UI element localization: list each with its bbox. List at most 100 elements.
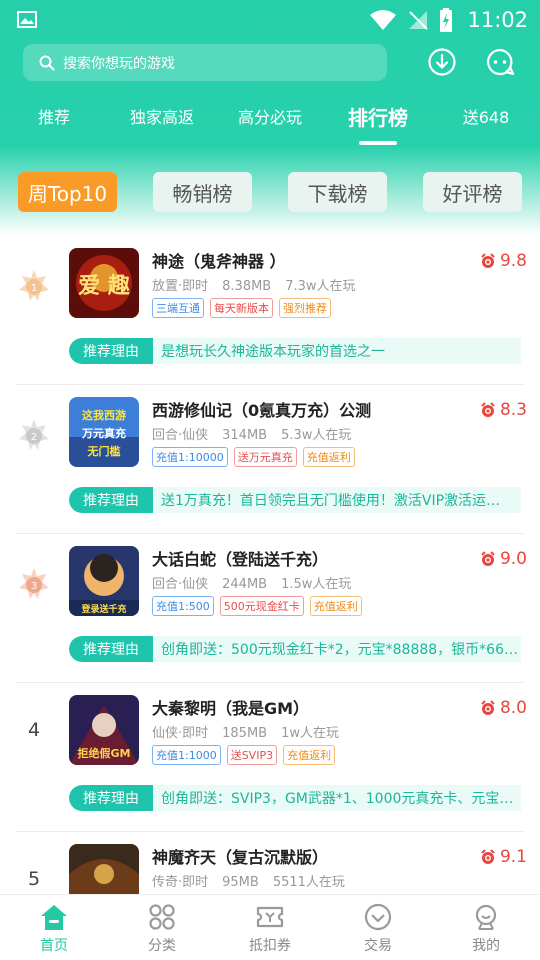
svg-text:万元真充: 万元真充	[81, 426, 126, 440]
home-icon	[41, 905, 67, 930]
list-item[interactable]: 5 神魔齐天（复古沉默版） 传奇·即时 95MB 5511人在玩 9.1	[0, 832, 540, 894]
game-thumbnail[interactable]: 爱 趣	[69, 248, 139, 318]
thumbnail-text: 登录送千充	[80, 603, 126, 615]
svg-text:无门槛: 无门槛	[87, 444, 121, 458]
game-genre: 仙侠·即时	[152, 726, 209, 741]
game-players: 7.3w人在玩	[285, 279, 356, 294]
header: 11:02 搜索你想玩的游戏 推荐 独家高返 高分必玩 排行榜 送648 周To…	[0, 0, 540, 236]
recommend-reason-text: 创角即送：500元现金红卡*2，元宝*88888，银币*66…	[161, 642, 518, 658]
game-title[interactable]: 神魔齐天（复古沉默版）	[152, 844, 328, 868]
tab-recommend[interactable]: 推荐	[38, 104, 70, 128]
game-thumbnail[interactable]: 拒绝假GM	[69, 695, 139, 765]
recommend-reason: 推荐理由 创角即送：500元现金红卡*2，元宝*88888，银币*66…	[69, 636, 521, 662]
chip-weekly-top10[interactable]: 周Top10	[18, 172, 117, 212]
recommend-reason: 推荐理由 是想玩长久神途版本玩家的首选之一	[69, 338, 521, 364]
gallery-notification-icon	[17, 11, 37, 28]
game-genre: 回合·仙侠	[152, 577, 209, 592]
recommend-reason-text: 是想玩长久神途版本玩家的首选之一	[161, 344, 385, 360]
recommend-reason-text: 送1万真充！首日领完且无门槛使用！激活VIP激活运…	[161, 493, 501, 509]
nav-home-label: 首页	[40, 938, 68, 954]
score-badge-icon	[481, 402, 495, 417]
tab-ranking[interactable]: 排行榜	[348, 102, 408, 131]
game-tags: 充值1:500 500元现金红卡 充值返利	[152, 596, 362, 616]
ranking-chips: 周Top10 畅销榜 下载榜 好评榜	[0, 172, 540, 214]
nav-category-label: 分类	[148, 938, 176, 954]
category-icon	[149, 904, 175, 930]
list-item[interactable]: 1 爱 趣 神途（鬼斧神器 ） 放置·即时 8.38MB 7.3w人在玩 三端互通 …	[0, 236, 540, 385]
search-input[interactable]: 搜索你想玩的游戏	[23, 44, 387, 81]
score-badge-icon	[481, 700, 495, 715]
list-item[interactable]: 4 拒绝假GM 大秦黎明（我是GM） 仙侠·即时 185MB 1w人在玩 充值1:1…	[0, 683, 540, 832]
game-title[interactable]: 大话白蛇（登陆送千充）	[152, 546, 328, 570]
game-title[interactable]: 神途（鬼斧神器 ）	[152, 248, 286, 272]
nav-profile[interactable]: 我的	[432, 895, 540, 960]
download-icon[interactable]	[427, 47, 457, 77]
game-title[interactable]: 大秦黎明（我是GM）	[152, 695, 309, 719]
bronze-medal-icon: 3	[19, 568, 49, 599]
nav-coupon[interactable]: 抵扣券	[216, 895, 324, 960]
game-tag: 三端互通	[152, 298, 204, 318]
score-value: 8.3	[499, 400, 527, 420]
thumbnail-text: 拒绝假GM	[78, 746, 131, 760]
game-genre: 放置·即时	[152, 279, 209, 294]
game-meta: 仙侠·即时 185MB 1w人在玩	[152, 722, 353, 741]
game-players: 5511人在玩	[272, 875, 345, 890]
game-thumbnail[interactable]	[69, 844, 139, 894]
status-icons: 11:02	[369, 6, 528, 34]
nav-trade[interactable]: 交易	[324, 895, 432, 960]
status-bar: 11:02	[0, 0, 540, 40]
list-item[interactable]: 3 登录送千充 大话白蛇（登陆送千充） 回合·仙侠 244MB 1.5w人在玩 充值…	[0, 534, 540, 683]
game-title[interactable]: 西游修仙记（0氪真万充）公测	[152, 397, 371, 421]
game-score: 8.0	[480, 698, 527, 718]
silver-medal-icon: 2	[19, 419, 49, 450]
game-meta: 放置·即时 8.38MB 7.3w人在玩	[152, 275, 370, 294]
nav-home[interactable]: 首页	[0, 895, 108, 960]
list-item[interactable]: 2 这我西游 万元真充 无门槛 西游修仙记（0氪真万充）公测 回合·仙侠 314M…	[0, 385, 540, 534]
game-tag: 送万元真充	[233, 447, 297, 467]
game-size: 244MB	[222, 577, 268, 592]
game-tag: 充值返利	[302, 447, 355, 467]
game-players: 5.3w人在玩	[281, 428, 352, 443]
medal-rank-label: 2	[31, 432, 37, 443]
score-badge-icon	[481, 551, 495, 566]
game-tags: 充值1:10000 送万元真充 充值返利	[152, 447, 355, 467]
chip-top-rated[interactable]: 好评榜	[423, 172, 522, 212]
score-value: 9.8	[499, 251, 527, 271]
game-tag: 每天新版本	[210, 298, 273, 318]
game-genre: 回合·仙侠	[152, 428, 209, 443]
tab-exclusive-rebate[interactable]: 独家高返	[130, 104, 194, 128]
recommend-reason: 推荐理由 创角即送：SVIP3，GM武器*1、1000元真充卡、元宝…	[69, 785, 521, 811]
top-tabs: 推荐 独家高返 高分必玩 排行榜 送648	[0, 96, 540, 146]
game-tag: 充值返利	[283, 745, 336, 765]
profile-icon	[475, 904, 497, 930]
search-icon	[39, 55, 55, 70]
game-score: 9.8	[480, 251, 527, 271]
tab-high-score[interactable]: 高分必玩	[238, 104, 302, 128]
game-meta: 传奇·即时 95MB 5511人在玩	[152, 871, 359, 890]
nav-category[interactable]: 分类	[108, 895, 216, 960]
svg-text:这我西游: 这我西游	[82, 408, 126, 422]
recommend-reason: 推荐理由 送1万真充！首日领完且无门槛使用！激活VIP激活运…	[69, 487, 521, 513]
game-size: 8.38MB	[222, 279, 272, 294]
game-tag: 充值返利	[309, 596, 362, 616]
thumbnail-text: 爱 趣	[78, 273, 130, 299]
message-icon[interactable]	[485, 47, 515, 77]
score-value: 9.1	[499, 847, 527, 867]
game-tag: 强烈推荐	[279, 298, 331, 318]
chip-downloads[interactable]: 下载榜	[288, 172, 387, 212]
game-thumbnail[interactable]: 登录送千充	[69, 546, 139, 616]
game-tag: 充值1:500	[152, 596, 214, 616]
search-placeholder: 搜索你想玩的游戏	[63, 55, 175, 72]
game-meta: 回合·仙侠 314MB 5.3w人在玩	[152, 424, 365, 443]
bottom-navigation: 首页 分类 抵扣券 交易 我的	[0, 894, 540, 960]
score-value: 9.0	[499, 549, 527, 569]
tab-send-648[interactable]: 送648	[463, 104, 510, 128]
game-tag: 充值1:10000	[152, 447, 228, 467]
coupon-icon	[256, 906, 284, 928]
score-badge-icon	[481, 849, 495, 864]
active-tab-indicator	[359, 141, 397, 145]
game-size: 185MB	[222, 726, 268, 741]
trade-icon	[364, 903, 392, 931]
chip-best-selling[interactable]: 畅销榜	[153, 172, 252, 212]
game-thumbnail[interactable]: 这我西游 万元真充 无门槛	[69, 397, 139, 467]
